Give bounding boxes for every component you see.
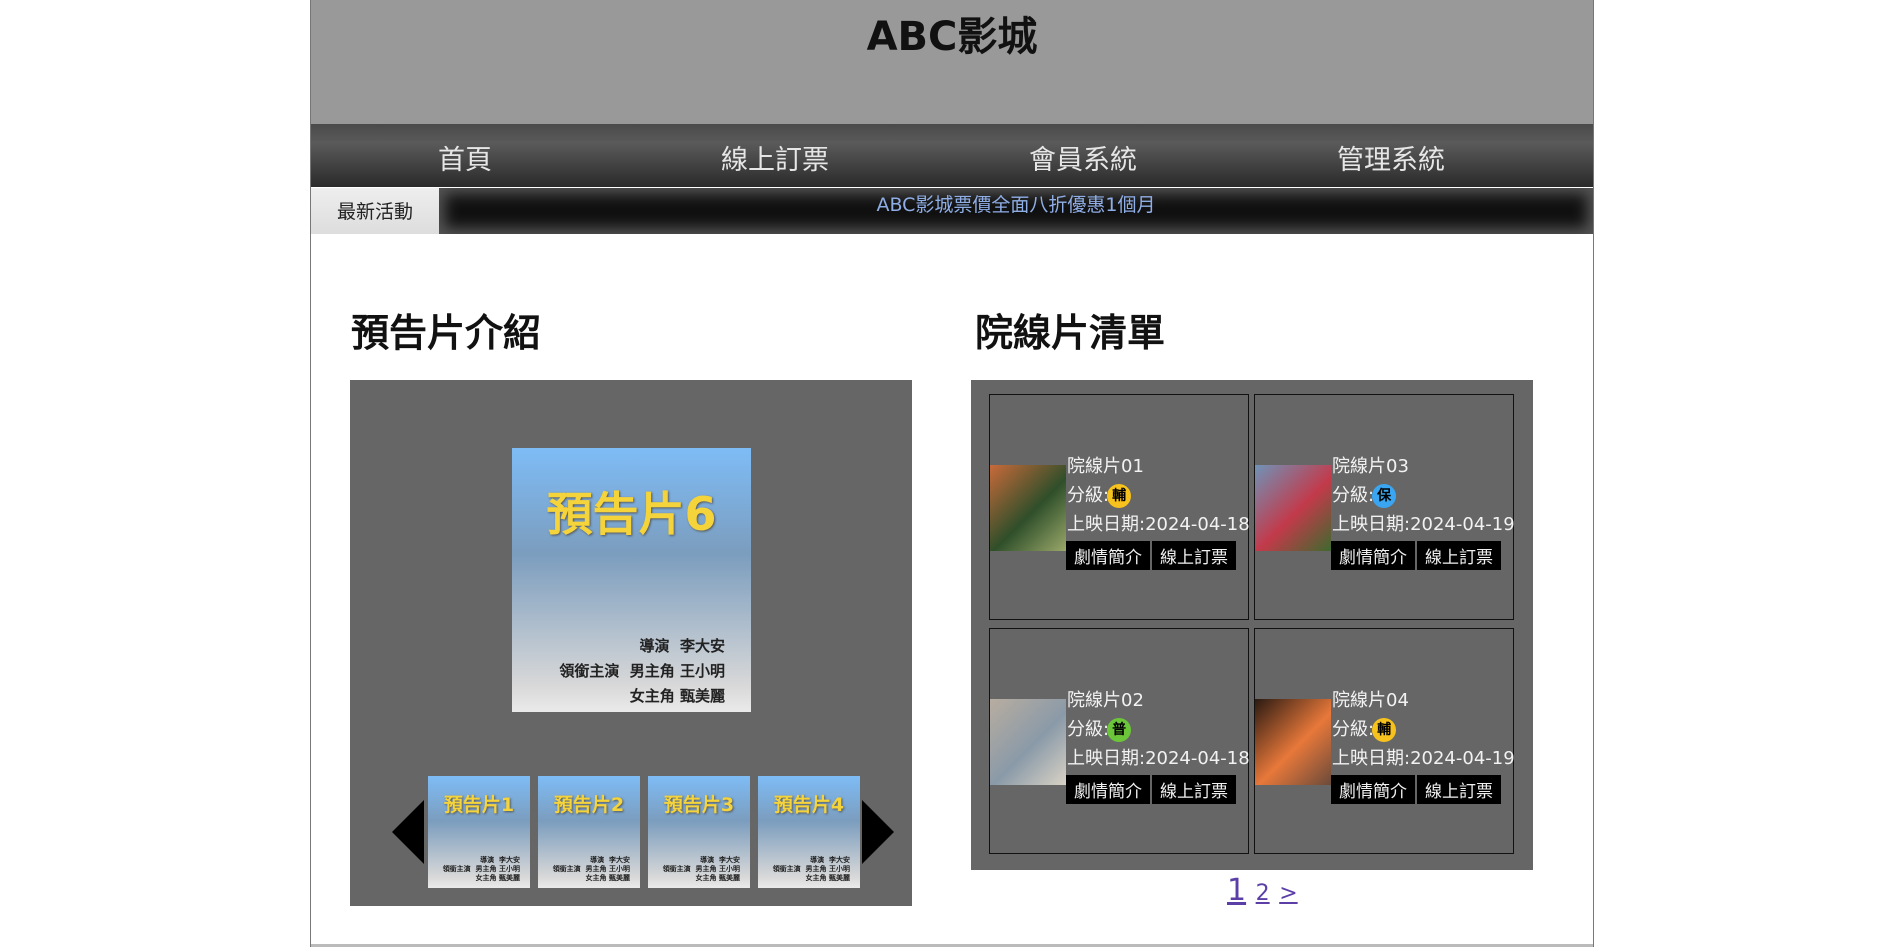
news-text[interactable]: ABC影城票價全面八折優惠1個月 [439, 190, 1593, 217]
trailer-thumb-title: 預告片2 [553, 794, 625, 816]
trailer-thumb-3[interactable]: 預告片3 導演 李大安 領銜主演 男主角 王小明 女主角 甄美麗 [648, 776, 750, 888]
movie-poster-image[interactable] [990, 699, 1066, 785]
news-label: 最新活動 [311, 188, 439, 234]
site-header: ABC影城 [311, 0, 1593, 124]
book-online-button[interactable]: 線上訂票 [1152, 541, 1236, 570]
release-date: 上映日期:2024-04-19 [1332, 748, 1515, 769]
trailer-thumb-title: 預告片3 [663, 794, 735, 816]
trailer-thumb-1[interactable]: 預告片1 導演 李大安 領銜主演 男主角 王小明 女主角 甄美麗 [428, 776, 530, 888]
synopsis-button[interactable]: 劇情簡介 [1331, 775, 1415, 804]
rating-label: 分級: [1332, 485, 1375, 506]
rating-label: 分級: [1067, 485, 1110, 506]
rating-badge: 保 [1372, 484, 1397, 508]
synopsis-button[interactable]: 劇情簡介 [1066, 775, 1150, 804]
movie-title: 院線片02 [1067, 690, 1144, 711]
movie-info: 院線片03 分級: 保 上映日期:2024-04-19 [1332, 452, 1515, 539]
movie-card: 院線片02 分級: 普 上映日期:2024-04-18 劇情簡介 線上訂票 [989, 628, 1250, 854]
movie-title: 院線片04 [1332, 690, 1409, 711]
rating-badge: 輔 [1107, 484, 1132, 508]
movie-card: 院線片01 分級: 輔 上映日期:2024-04-18 劇情簡介 線上訂票 [989, 394, 1250, 620]
nav-online-booking[interactable]: 線上訂票 [675, 138, 875, 177]
movie-list-section-title: 院線片清單 [975, 311, 1166, 355]
release-date: 上映日期:2024-04-18 [1067, 748, 1250, 769]
page-2-link[interactable]: 2 [1256, 881, 1270, 906]
movie-title: 院線片03 [1332, 456, 1409, 477]
trailer-thumb-title: 預告片1 [443, 794, 515, 816]
page-frame: ABC影城 首頁 線上訂票 會員系統 管理系統 最新活動 ABC影城票價全面八折… [310, 0, 1594, 947]
movie-poster-image[interactable] [1255, 699, 1331, 785]
trailer-thumb-credits: 導演 李大安 領銜主演 男主角 王小明 女主角 甄美麗 [662, 856, 740, 882]
trailer-thumb-credits: 導演 李大安 領銜主演 男主角 王小明 女主角 甄美麗 [772, 856, 850, 882]
trailer-thumb-credits: 導演 李大安 領銜主演 男主角 王小明 女主角 甄美麗 [552, 856, 630, 882]
nav-admin-system[interactable]: 管理系統 [1291, 138, 1491, 177]
synopsis-button[interactable]: 劇情簡介 [1066, 541, 1150, 570]
trailer-thumb-title: 預告片4 [773, 794, 845, 816]
movie-list-grid: 院線片01 分級: 輔 上映日期:2024-04-18 劇情簡介 線上訂票 院線片0… [971, 380, 1533, 870]
movie-title: 院線片01 [1067, 456, 1144, 477]
book-online-button[interactable]: 線上訂票 [1417, 541, 1501, 570]
release-date: 上映日期:2024-04-19 [1332, 514, 1515, 535]
synopsis-button[interactable]: 劇情簡介 [1331, 541, 1415, 570]
featured-trailer-poster[interactable]: 預告片6 導演 李大安 領銜主演 男主角 王小明 女主角 甄美麗 [512, 448, 751, 712]
movie-card: 院線片03 分級: 保 上映日期:2024-04-19 劇情簡介 線上訂票 [1254, 394, 1515, 620]
movie-poster-image[interactable] [990, 465, 1066, 551]
nav-member-system[interactable]: 會員系統 [983, 138, 1183, 177]
next-page-link[interactable]: > [1279, 881, 1297, 906]
trailer-carousel: 預告片6 導演 李大安 領銜主演 男主角 王小明 女主角 甄美麗 預告片1 導演… [350, 380, 912, 906]
main-nav: 首頁 線上訂票 會員系統 管理系統 [311, 124, 1593, 187]
featured-trailer-title: 預告片6 [546, 487, 717, 541]
movie-poster-image[interactable] [1255, 465, 1331, 551]
nav-home[interactable]: 首頁 [365, 138, 565, 177]
rating-label: 分級: [1332, 719, 1375, 740]
featured-trailer-credits: 導演 李大安 領銜主演 男主角 王小明 女主角 甄美麗 [559, 637, 725, 705]
release-date: 上映日期:2024-04-18 [1067, 514, 1250, 535]
movie-card: 院線片04 分級: 輔 上映日期:2024-04-19 劇情簡介 線上訂票 [1254, 628, 1515, 854]
trailer-thumb-4[interactable]: 預告片4 導演 李大安 領銜主演 男主角 王小明 女主角 甄美麗 [758, 776, 860, 888]
news-bar: 最新活動 ABC影城票價全面八折優惠1個月 [311, 188, 1593, 234]
movie-info: 院線片02 分級: 普 上映日期:2024-04-18 [1067, 686, 1250, 773]
movie-info: 院線片04 分級: 輔 上映日期:2024-04-19 [1332, 686, 1515, 773]
carousel-next-arrow-icon[interactable] [862, 800, 894, 864]
pagination: 1 2 > [1227, 873, 1298, 908]
trailer-thumb-2[interactable]: 預告片2 導演 李大安 領銜主演 男主角 王小明 女主角 甄美麗 [538, 776, 640, 888]
rating-badge: 輔 [1372, 718, 1397, 742]
rating-badge: 普 [1107, 718, 1132, 742]
rating-label: 分級: [1067, 719, 1110, 740]
trailer-thumb-credits: 導演 李大安 領銜主演 男主角 王小明 女主角 甄美麗 [442, 856, 520, 882]
book-online-button[interactable]: 線上訂票 [1152, 775, 1236, 804]
carousel-prev-arrow-icon[interactable] [392, 800, 424, 864]
page-1-link[interactable]: 1 [1227, 873, 1246, 908]
movie-info: 院線片01 分級: 輔 上映日期:2024-04-18 [1067, 452, 1250, 539]
news-marquee: ABC影城票價全面八折優惠1個月 [439, 188, 1593, 234]
site-title: ABC影城 [866, 14, 1038, 60]
book-online-button[interactable]: 線上訂票 [1417, 775, 1501, 804]
trailer-section-title: 預告片介紹 [351, 311, 542, 355]
